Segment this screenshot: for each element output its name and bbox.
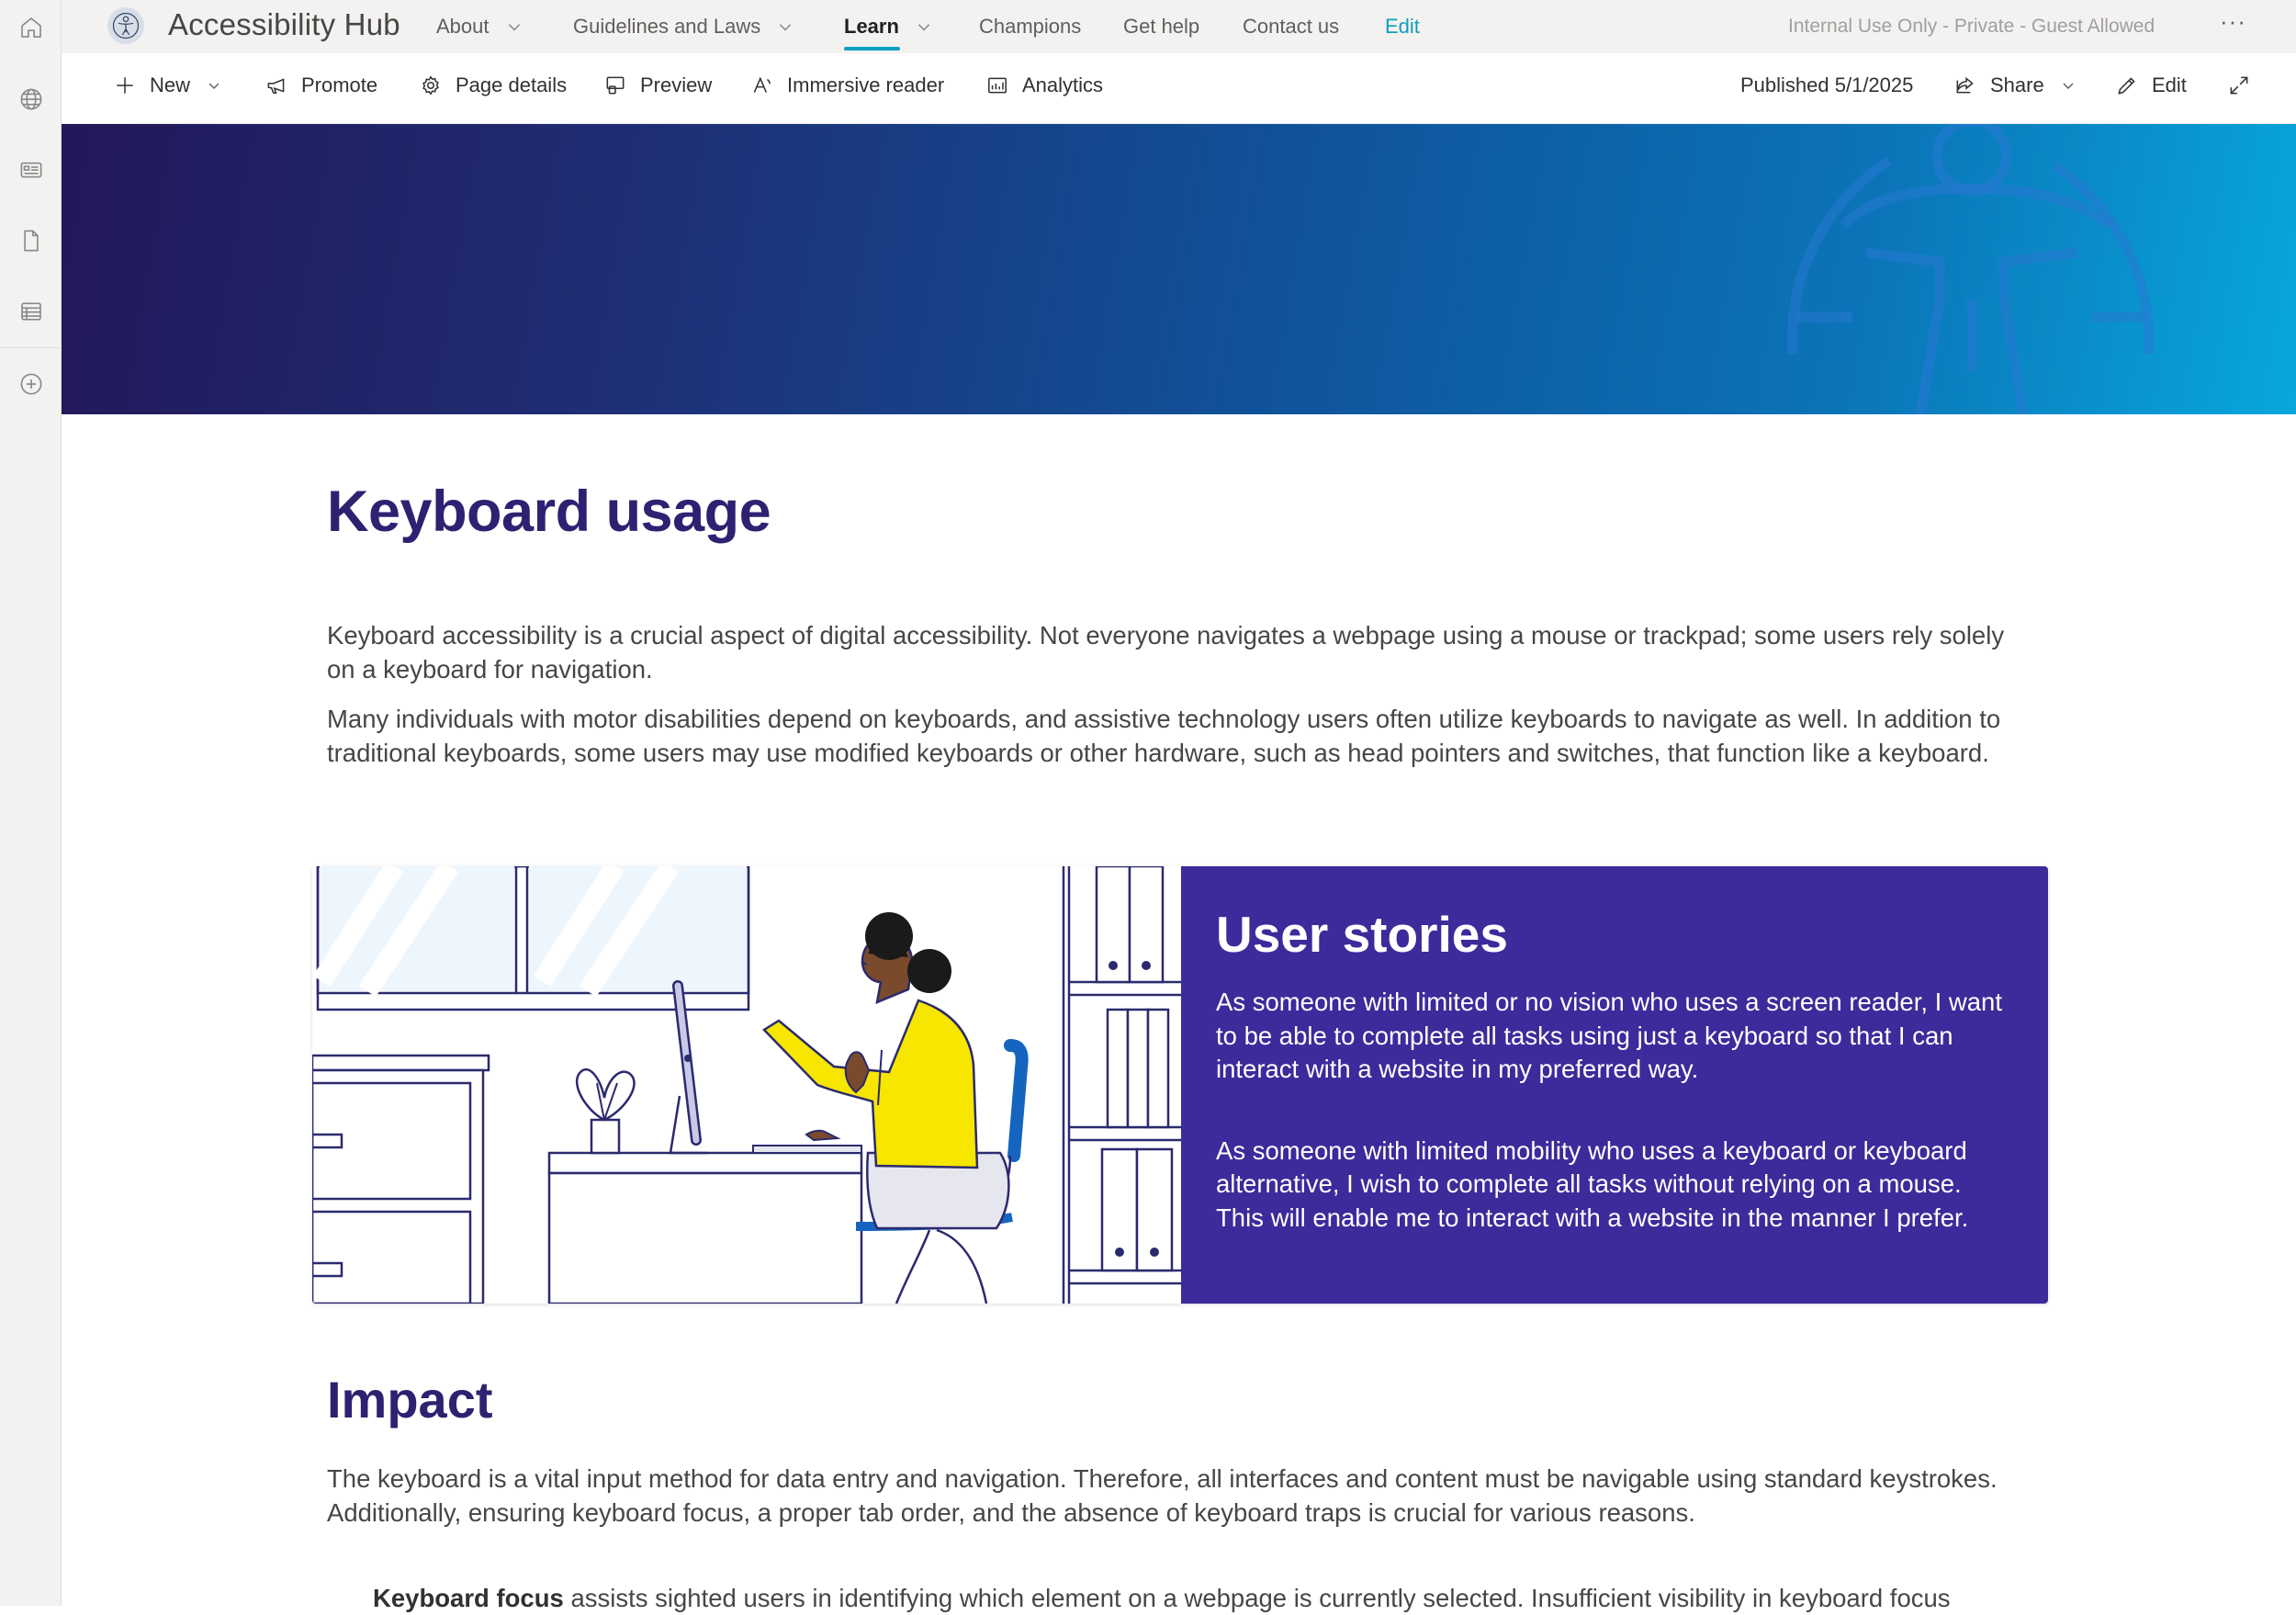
nav-item-label: Learn — [844, 15, 899, 38]
command-bar: New Promote Page details Preview Immersi… — [62, 53, 2296, 124]
impact-paragraph: The keyboard is a vital input method for… — [327, 1464, 1998, 1527]
nav-item-get-help[interactable]: Get help — [1123, 15, 1199, 39]
chevron-down-icon — [2063, 83, 2074, 89]
add-circle-icon[interactable] — [0, 356, 62, 412]
nav-item-learn[interactable]: Learn — [844, 15, 932, 39]
edit-label: Edit — [2152, 73, 2187, 96]
home-icon[interactable] — [0, 0, 62, 55]
gear-icon — [422, 75, 439, 96]
nav-item-contact-us[interactable]: Contact us — [1243, 15, 1339, 39]
chevron-down-icon — [917, 24, 930, 31]
expand-button[interactable] — [2227, 73, 2251, 97]
nav-item-label: About — [436, 15, 490, 38]
promote-label: Promote — [301, 73, 378, 96]
nav-edit-link[interactable]: Edit — [1385, 15, 1420, 39]
new-button[interactable]: New — [113, 73, 221, 97]
page-title: Keyboard usage — [327, 480, 771, 544]
share-button[interactable]: Share — [1953, 73, 2076, 97]
preview-button[interactable]: Preview — [603, 73, 712, 97]
immersive-reader-button[interactable]: Immersive reader — [750, 73, 944, 97]
site-classification-label: Internal Use Only - Private - Guest Allo… — [1788, 16, 2155, 37]
analytics-label: Analytics — [1022, 73, 1104, 96]
more-options-icon[interactable]: ··· — [2220, 7, 2246, 36]
list-item: Keyboard focus assists sighted users in … — [373, 1581, 2054, 1615]
document-icon[interactable] — [0, 213, 62, 268]
hub-navigation: Accessibility Hub About Guidelines and L… — [62, 0, 2296, 53]
published-label: Published 5/1/2025 — [1740, 73, 1914, 96]
globe-icon[interactable] — [0, 72, 62, 127]
site-logo[interactable] — [107, 7, 144, 44]
user-stories-panel: User stories As someone with limited or … — [1181, 866, 2048, 1304]
share-icon — [1956, 76, 1974, 94]
user-story-1: As someone with limited or no vision who… — [1216, 988, 2002, 1083]
intro-paragraph-1: Keyboard accessibility is a crucial aspe… — [327, 621, 2005, 683]
nav-edit-label: Edit — [1385, 15, 1420, 38]
chevron-down-icon — [780, 24, 792, 31]
site-title[interactable]: Accessibility Hub — [168, 7, 400, 42]
immersive-reader-icon — [753, 76, 771, 93]
page-details-label: Page details — [456, 73, 568, 96]
nav-item-about[interactable]: About — [436, 15, 523, 39]
megaphone-icon — [267, 78, 285, 94]
list-icon[interactable] — [0, 284, 62, 339]
active-nav-indicator — [844, 47, 900, 51]
nav-item-guidelines-and-laws[interactable]: Guidelines and Laws — [573, 15, 793, 39]
nav-item-label: Guidelines and Laws — [573, 15, 761, 38]
analytics-button[interactable]: Analytics — [985, 73, 1103, 97]
nav-item-label: Champions — [979, 15, 1082, 38]
rail-divider — [0, 347, 62, 348]
news-icon[interactable] — [0, 142, 62, 198]
chevron-down-icon — [208, 83, 219, 89]
new-label: New — [150, 73, 191, 96]
expand-icon — [2230, 76, 2248, 95]
person-at-desk-illustration — [312, 866, 1181, 1304]
impact-heading: Impact — [327, 1371, 493, 1429]
published-status: Published 5/1/2025 — [1740, 73, 1913, 97]
nav-item-champions[interactable]: Champions — [979, 15, 1081, 39]
intro-paragraph-2: Many individuals with motor disabilities… — [327, 705, 2001, 767]
edit-button[interactable]: Edit — [2115, 73, 2187, 97]
pencil-icon — [2118, 77, 2135, 95]
analytics-icon — [988, 77, 1007, 94]
nav-item-label: Contact us — [1243, 15, 1340, 38]
bullet-term: Keyboard focus — [373, 1584, 564, 1612]
user-stories-card: User stories As someone with limited or … — [312, 866, 2048, 1304]
preview-label: Preview — [640, 73, 713, 96]
accessibility-globe-icon — [1786, 124, 2154, 414]
page-details-button[interactable]: Page details — [419, 73, 567, 97]
plus-icon — [117, 77, 133, 94]
bullet-text: assists sighted users in identifying whi… — [563, 1584, 1951, 1612]
chevron-down-icon — [508, 24, 520, 31]
share-label: Share — [1990, 73, 2044, 96]
user-story-2: As someone with limited mobility who use… — [1216, 1135, 1969, 1232]
user-stories-title: User stories — [1216, 906, 1508, 963]
preview-icon — [606, 76, 625, 95]
promote-button[interactable]: Promote — [264, 73, 377, 97]
page-banner — [62, 124, 2296, 414]
immersive-reader-label: Immersive reader — [787, 73, 945, 96]
app-rail — [0, 0, 62, 1606]
nav-item-label: Get help — [1123, 15, 1200, 38]
